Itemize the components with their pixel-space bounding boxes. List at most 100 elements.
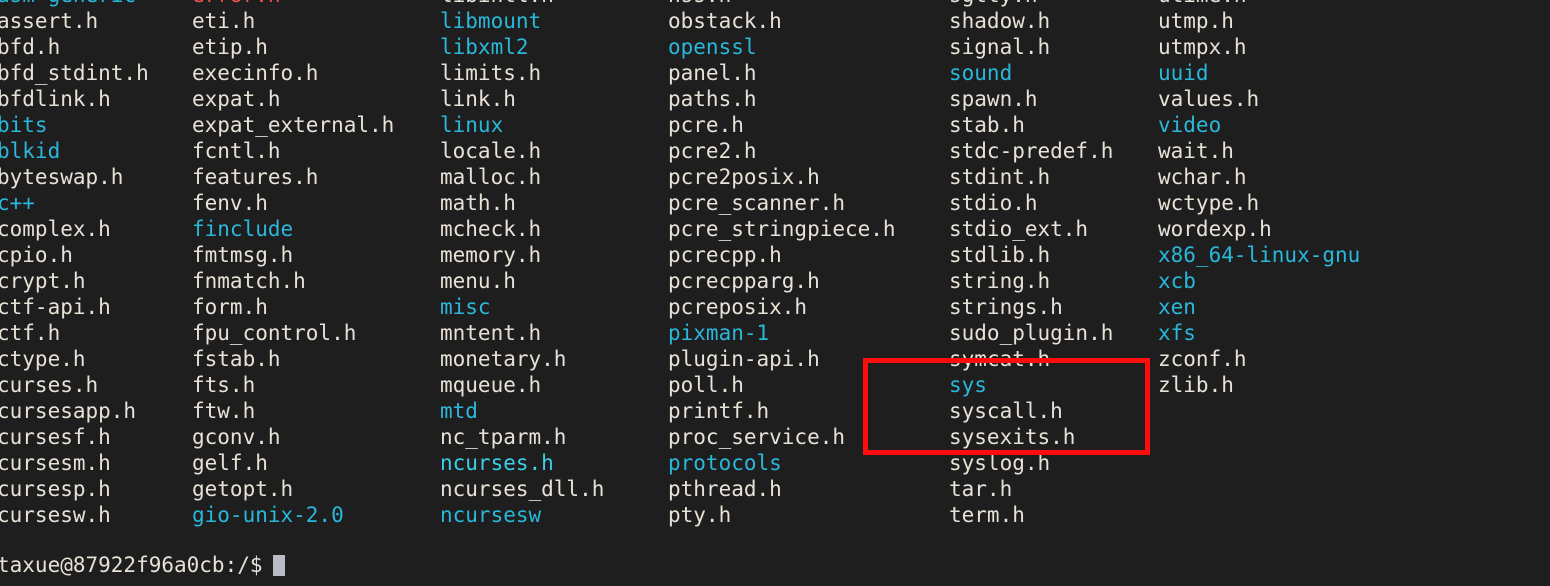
listing-entry[interactable]: openssl	[668, 34, 949, 60]
listing-entry[interactable]: pcre2posix.h	[668, 164, 949, 190]
listing-entry[interactable]: sgtty.h	[949, 0, 1158, 8]
listing-entry[interactable]: values.h	[1158, 86, 1398, 112]
listing-entry[interactable]: obstack.h	[668, 8, 949, 34]
listing-entry[interactable]: ftw.h	[192, 398, 440, 424]
listing-entry[interactable]: fmtmsg.h	[192, 242, 440, 268]
listing-entry[interactable]: monetary.h	[440, 346, 668, 372]
listing-entry[interactable]: pty.h	[668, 502, 949, 528]
listing-entry[interactable]: execinfo.h	[192, 60, 440, 86]
listing-entry[interactable]: xen	[1158, 294, 1398, 320]
listing-entry[interactable]: spawn.h	[949, 86, 1158, 112]
listing-entry[interactable]: syscall.h	[949, 398, 1158, 424]
listing-entry[interactable]: bits	[0, 112, 192, 138]
listing-entry[interactable]: ncurses_dll.h	[440, 476, 668, 502]
listing-entry[interactable]: nss.h	[668, 0, 949, 8]
listing-entry[interactable]: cursesapp.h	[0, 398, 192, 424]
listing-entry[interactable]: term.h	[949, 502, 1158, 528]
listing-entry[interactable]: mcheck.h	[440, 216, 668, 242]
listing-entry[interactable]: zlib.h	[1158, 372, 1398, 398]
listing-entry[interactable]: pcrecpp.h	[668, 242, 949, 268]
listing-entry[interactable]: curses.h	[0, 372, 192, 398]
listing-entry[interactable]: paths.h	[668, 86, 949, 112]
listing-entry[interactable]: pthread.h	[668, 476, 949, 502]
listing-entry[interactable]: misc	[440, 294, 668, 320]
listing-entry[interactable]: pcre_scanner.h	[668, 190, 949, 216]
listing-entry[interactable]: finclude	[192, 216, 440, 242]
listing-entry[interactable]: locale.h	[440, 138, 668, 164]
listing-entry[interactable]: utmp.h	[1158, 8, 1398, 34]
listing-entry[interactable]: cursesf.h	[0, 424, 192, 450]
listing-entry[interactable]: form.h	[192, 294, 440, 320]
listing-entry[interactable]: eti.h	[192, 8, 440, 34]
listing-entry[interactable]: byteswap.h	[0, 164, 192, 190]
listing-entry[interactable]: plugin-api.h	[668, 346, 949, 372]
listing-entry[interactable]: stdlib.h	[949, 242, 1158, 268]
listing-entry[interactable]: stab.h	[949, 112, 1158, 138]
listing-entry[interactable]: fts.h	[192, 372, 440, 398]
listing-entry[interactable]: ctype.h	[0, 346, 192, 372]
listing-entry[interactable]: error.h	[192, 0, 440, 8]
listing-entry[interactable]: x86_64-linux-gnu	[1158, 242, 1398, 268]
listing-entry[interactable]: sound	[949, 60, 1158, 86]
listing-entry[interactable]: syslog.h	[949, 450, 1158, 476]
listing-entry[interactable]: sysexits.h	[949, 424, 1158, 450]
listing-entry[interactable]: cpio.h	[0, 242, 192, 268]
listing-entry[interactable]: math.h	[440, 190, 668, 216]
listing-entry[interactable]: sudo_plugin.h	[949, 320, 1158, 346]
listing-entry[interactable]: symcat.h	[949, 346, 1158, 372]
listing-entry[interactable]: cursesp.h	[0, 476, 192, 502]
listing-entry[interactable]: linux	[440, 112, 668, 138]
listing-entry[interactable]: ctf-api.h	[0, 294, 192, 320]
listing-entry[interactable]: fcntl.h	[192, 138, 440, 164]
listing-entry[interactable]: memory.h	[440, 242, 668, 268]
listing-entry[interactable]: uuid	[1158, 60, 1398, 86]
listing-entry[interactable]: gconv.h	[192, 424, 440, 450]
listing-entry[interactable]: xcb	[1158, 268, 1398, 294]
listing-entry[interactable]: libmount	[440, 8, 668, 34]
listing-entry[interactable]: printf.h	[668, 398, 949, 424]
listing-entry[interactable]: ctf.h	[0, 320, 192, 346]
listing-entry[interactable]: fenv.h	[192, 190, 440, 216]
listing-entry[interactable]: crypt.h	[0, 268, 192, 294]
listing-entry[interactable]: wchar.h	[1158, 164, 1398, 190]
listing-entry[interactable]: tar.h	[949, 476, 1158, 502]
listing-entry[interactable]: ncurses.h	[440, 450, 668, 476]
listing-entry[interactable]: wordexp.h	[1158, 216, 1398, 242]
listing-entry[interactable]: stdc-predef.h	[949, 138, 1158, 164]
listing-entry[interactable]: mqueue.h	[440, 372, 668, 398]
listing-entry[interactable]: utmpx.h	[1158, 34, 1398, 60]
listing-entry[interactable]: pcrecpparg.h	[668, 268, 949, 294]
listing-entry[interactable]: shadow.h	[949, 8, 1158, 34]
listing-entry[interactable]: pcre_stringpiece.h	[668, 216, 949, 242]
listing-entry[interactable]: pcre.h	[668, 112, 949, 138]
listing-entry[interactable]: signal.h	[949, 34, 1158, 60]
listing-entry[interactable]: xfs	[1158, 320, 1398, 346]
listing-entry[interactable]: cursesm.h	[0, 450, 192, 476]
listing-entry[interactable]: limits.h	[440, 60, 668, 86]
listing-entry[interactable]: bfd.h	[0, 34, 192, 60]
listing-entry[interactable]: libintl.h	[440, 0, 668, 8]
listing-entry[interactable]: expat.h	[192, 86, 440, 112]
listing-entry[interactable]: wait.h	[1158, 138, 1398, 164]
listing-entry[interactable]: mtd	[440, 398, 668, 424]
listing-entry[interactable]: stdio.h	[949, 190, 1158, 216]
listing-entry[interactable]: string.h	[949, 268, 1158, 294]
listing-entry[interactable]: features.h	[192, 164, 440, 190]
listing-entry[interactable]: fpu_control.h	[192, 320, 440, 346]
listing-entry[interactable]: complex.h	[0, 216, 192, 242]
listing-entry[interactable]: assert.h	[0, 8, 192, 34]
listing-entry[interactable]: video	[1158, 112, 1398, 138]
listing-entry[interactable]: c++	[0, 190, 192, 216]
listing-entry[interactable]: gio-unix-2.0	[192, 502, 440, 528]
listing-entry[interactable]: zconf.h	[1158, 346, 1398, 372]
listing-entry[interactable]: ncursesw	[440, 502, 668, 528]
listing-entry[interactable]: libxml2	[440, 34, 668, 60]
listing-entry[interactable]: fstab.h	[192, 346, 440, 372]
shell-prompt-line[interactable]: taxue@87922f96a0cb:/$	[0, 552, 285, 578]
listing-entry[interactable]: link.h	[440, 86, 668, 112]
listing-entry[interactable]: etip.h	[192, 34, 440, 60]
listing-entry[interactable]: utime.h	[1158, 0, 1398, 8]
listing-entry[interactable]: stdint.h	[949, 164, 1158, 190]
listing-entry[interactable]: bfd_stdint.h	[0, 60, 192, 86]
listing-entry[interactable]: wctype.h	[1158, 190, 1398, 216]
